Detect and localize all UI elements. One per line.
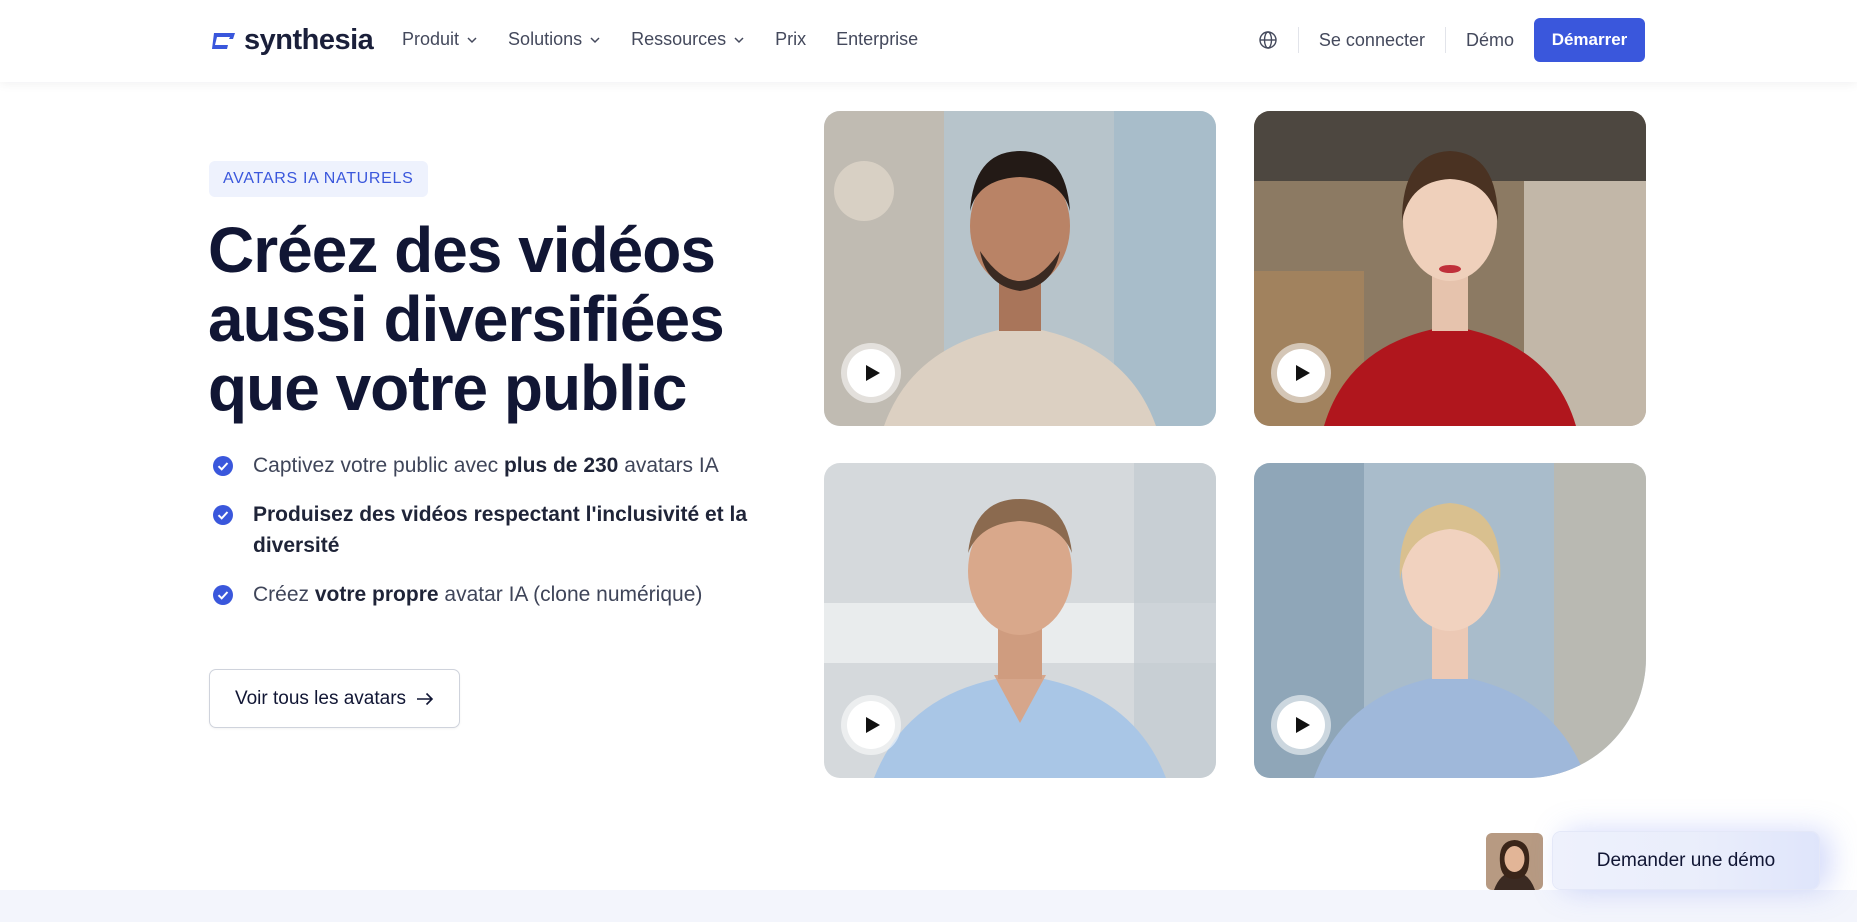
top-navbar: synthesia Produit Solutions Ressources P… [0,0,1857,82]
menu-item-produit[interactable]: Produit [402,29,478,50]
feature-item: Captivez votre public avec plus de 230 a… [212,450,772,481]
check-circle-icon [213,585,233,605]
play-button[interactable] [1271,343,1331,403]
feature-item: Créez votre propre avatar IA (clone numé… [212,579,772,610]
avatar-video-card[interactable] [1254,111,1646,426]
avatar-image [1486,833,1543,890]
arrow-right-icon [417,692,434,705]
section-badge: AVATARS IA NATURELS [209,161,428,197]
menu-item-ressources[interactable]: Ressources [631,29,745,50]
start-button[interactable]: Démarrer [1534,18,1645,62]
feature-text: Créez votre propre avatar IA (clone numé… [253,583,703,606]
globe-icon[interactable] [1258,30,1278,50]
menu-item-label: Solutions [508,29,583,49]
menu-item-label: Produit [402,29,460,49]
main-menu: Produit Solutions Ressources Prix Enterp… [402,29,948,50]
menu-item-prix[interactable]: Prix [775,29,806,50]
synthesia-logo[interactable]: synthesia [208,24,374,57]
demo-avatar-thumbnail[interactable] [1486,833,1543,890]
divider [1444,27,1446,53]
avatar-video-card[interactable] [824,463,1216,778]
logo-text: synthesia [244,24,374,56]
menu-item-label: Prix [775,29,807,49]
check-circle-icon [213,505,233,525]
menu-item-label: Enterprise [836,29,919,49]
divider [1297,27,1299,53]
chevron-down-icon [590,36,600,43]
feature-list: Captivez votre public avec plus de 230 a… [212,450,772,628]
play-button[interactable] [841,343,901,403]
menu-item-solutions[interactable]: Solutions [508,29,601,50]
play-icon [865,717,880,733]
hero-title: Créez des vidéos aussi diversifiées que … [208,214,725,424]
see-all-avatars-button[interactable]: Voir tous les avatars [209,669,460,728]
check-circle-icon [213,456,233,476]
next-section-band [0,890,1857,922]
login-link[interactable]: Se connecter [1319,30,1425,51]
play-button[interactable] [1271,695,1331,755]
chevron-down-icon [734,36,744,43]
feature-item: Produisez des vidéos respectant l'inclus… [212,499,772,561]
play-button[interactable] [841,695,901,755]
nav-actions: Se connecter Démo Démarrer [1258,18,1645,62]
menu-item-label: Ressources [631,29,727,49]
feature-text: Captivez votre public avec plus de 230 a… [253,454,719,477]
avatar-video-card[interactable] [824,111,1216,426]
avatar-video-card[interactable] [1254,463,1646,778]
play-icon [1295,365,1310,381]
button-label: Voir tous les avatars [234,687,407,709]
menu-item-enterprise[interactable]: Enterprise [836,29,918,50]
chevron-down-icon [467,36,477,43]
feature-text: Produisez des vidéos respectant l'inclus… [253,503,748,557]
logo-icon [212,32,235,49]
play-icon [865,365,880,381]
request-demo-button[interactable]: Demander une démo [1553,832,1819,889]
demo-link[interactable]: Démo [1466,30,1514,51]
play-icon [1295,717,1310,733]
